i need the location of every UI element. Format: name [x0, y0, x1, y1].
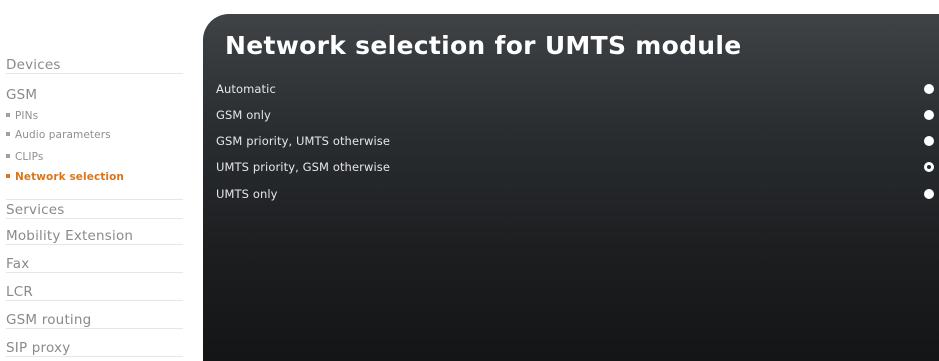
nav-subitem-pins[interactable]: PINs	[6, 110, 38, 122]
radio-button[interactable]	[924, 84, 934, 94]
bullet-icon	[6, 154, 10, 158]
radio-button[interactable]	[924, 110, 934, 120]
option-automatic[interactable]: Automatic	[216, 81, 934, 99]
nav-item-gsm-routing[interactable]: GSM routing	[6, 312, 183, 329]
radio-button[interactable]	[924, 136, 934, 146]
nav-subitem-label: Audio parameters	[15, 129, 111, 141]
nav-item-services[interactable]: Services	[6, 199, 183, 219]
nav-subitem-clips[interactable]: CLIPs	[6, 151, 43, 163]
option-label: GSM only	[216, 108, 271, 122]
sidebar: Devices GSM PINs Audio parameters CLIPs …	[0, 0, 200, 361]
option-umts-only[interactable]: UMTS only	[216, 186, 934, 204]
bullet-icon	[6, 174, 10, 178]
page-title: Network selection for UMTS module	[225, 31, 742, 60]
option-gsm-only[interactable]: GSM only	[216, 107, 934, 125]
settings-panel: Network selection for UMTS module Automa…	[203, 14, 939, 361]
nav-item-sip-proxy[interactable]: SIP proxy	[6, 340, 183, 357]
nav-subitem-label: Network selection	[15, 171, 124, 183]
radio-button-selected[interactable]	[924, 162, 934, 172]
nav-item-fax[interactable]: Fax	[6, 256, 183, 273]
nav-subitem-audio-parameters[interactable]: Audio parameters	[6, 129, 111, 141]
option-label: UMTS priority, GSM otherwise	[216, 160, 391, 174]
nav-item-lcr[interactable]: LCR	[6, 284, 183, 301]
nav-subitem-network-selection[interactable]: Network selection	[6, 171, 124, 183]
option-label: UMTS only	[216, 187, 278, 201]
nav-subitem-label: CLIPs	[15, 151, 44, 163]
nav-item-gsm[interactable]: GSM	[6, 87, 183, 103]
option-label: Automatic	[216, 82, 276, 96]
option-umts-priority[interactable]: UMTS priority, GSM otherwise	[216, 159, 934, 177]
nav-item-mobility-extension[interactable]: Mobility Extension	[6, 228, 183, 245]
option-label: GSM priority, UMTS otherwise	[216, 134, 391, 148]
bullet-icon	[6, 132, 10, 136]
nav-item-devices[interactable]: Devices	[6, 57, 183, 74]
bullet-icon	[6, 113, 10, 117]
radio-button[interactable]	[924, 189, 934, 199]
option-gsm-priority[interactable]: GSM priority, UMTS otherwise	[216, 133, 934, 151]
nav-subitem-label: PINs	[15, 110, 39, 122]
